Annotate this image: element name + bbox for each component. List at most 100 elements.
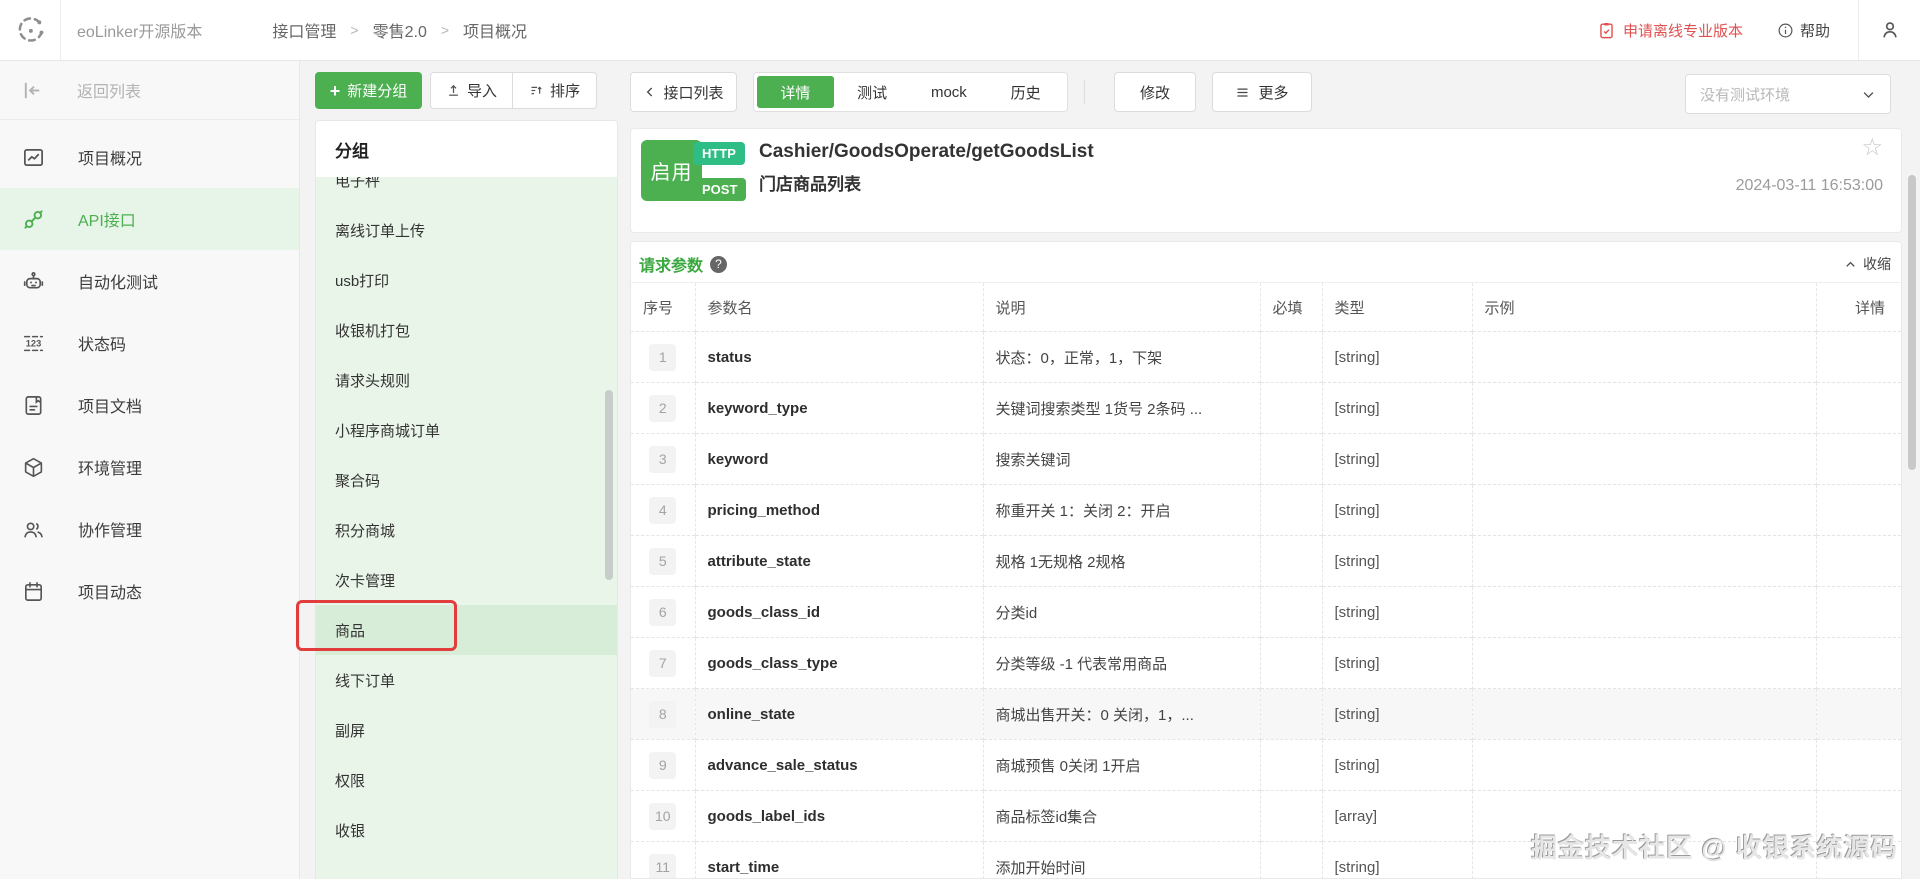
column-header: 说明: [983, 282, 1261, 332]
param-row: 9 advance_sale_status 商城预售 0关闭 1开启 [string]: [631, 739, 1901, 791]
group-item[interactable]: 线下订单: [316, 655, 617, 705]
sidebar-item-document[interactable]: 项目文档: [0, 374, 299, 436]
test-env-select[interactable]: 没有测试环境: [1685, 74, 1891, 114]
param-row: 11 start_time 添加开始时间 [string]: [631, 841, 1901, 878]
api-updated-time: 2024-03-11 16:53:00: [1735, 177, 1883, 194]
robot-icon: [21, 269, 45, 293]
param-cell-name: keyword_type: [695, 382, 984, 434]
group-item[interactable]: 请求头规则: [316, 355, 617, 405]
back-to-list-button[interactable]: 返回列表: [0, 61, 299, 120]
header-right: 申请离线专业版本 帮助: [1597, 0, 1920, 60]
import-button[interactable]: 导入: [430, 72, 513, 109]
param-cell-detail: [1816, 637, 1901, 689]
interface-list-button[interactable]: 接口列表: [630, 72, 737, 112]
arrow-bar-left-icon: [24, 82, 40, 98]
group-item[interactable]: 权限: [316, 755, 617, 805]
request-params-card: 请求参数 ? 收缩 序号 参数名 说明 必填 类型 示例 详情 1 status 状态：0，正常…: [630, 241, 1902, 879]
group-item[interactable]: 收银机打包: [316, 305, 617, 355]
param-cell-index: 5: [631, 535, 696, 587]
api-plug-icon: [21, 207, 45, 231]
sort-button[interactable]: 排序: [513, 72, 597, 109]
api-header-card: 启用 HTTP POST Cashier/GoodsOperate/getGoo…: [630, 128, 1902, 233]
param-cell-example: [1472, 790, 1817, 842]
param-row: 10 goods_label_ids 商品标签id集合 [array]: [631, 790, 1901, 842]
new-group-button[interactable]: + 新建分组: [315, 72, 422, 109]
group-item[interactable]: 副屏: [316, 705, 617, 755]
breadcrumb-item[interactable]: 项目概况: [463, 18, 527, 42]
param-cell-index: 1: [631, 331, 696, 383]
param-cell-detail: [1816, 433, 1901, 485]
detail-tabs: 详情 测试 mock 历史: [753, 72, 1068, 112]
group-item[interactable]: usb打印: [316, 255, 617, 305]
param-cell-required: [1260, 535, 1323, 587]
param-cell-detail: [1816, 586, 1901, 638]
param-cell-detail: [1816, 382, 1901, 434]
param-cell-index: 2: [631, 382, 696, 434]
sidebar-item-overview-chart[interactable]: 项目概况: [0, 126, 299, 188]
help-link[interactable]: 帮助: [1777, 20, 1830, 41]
param-cell-name: advance_sale_status: [695, 739, 984, 791]
row-index-chip: 10: [649, 802, 677, 830]
sidebar-item-label: 项目概况: [78, 151, 143, 168]
breadcrumb-item[interactable]: 零售2.0: [373, 18, 427, 42]
param-cell-detail: [1816, 790, 1901, 842]
param-cell-example: [1472, 586, 1817, 638]
more-button[interactable]: 更多: [1212, 72, 1312, 112]
api-toolbar: 接口列表 详情 测试 mock 历史 修改 更多 没有测试环境: [622, 72, 1920, 114]
group-item[interactable]: 次卡管理: [316, 555, 617, 605]
param-cell-type: [string]: [1322, 586, 1473, 638]
sidebar-item-cube[interactable]: 环境管理: [0, 436, 299, 498]
group-list-scrollbar[interactable]: [605, 390, 613, 580]
group-item[interactable]: 离线订单上传: [316, 205, 617, 255]
group-item[interactable]: 小程序商城订单: [316, 405, 617, 455]
param-cell-detail: [1816, 484, 1901, 536]
chevron-left-icon: [647, 87, 653, 97]
sidebar-item-users[interactable]: 协作管理: [0, 498, 299, 560]
api-titles: Cashier/GoodsOperate/getGoodsList 门店商品列表: [759, 137, 1094, 201]
tab-详情[interactable]: 详情: [757, 76, 834, 108]
upload-icon: [449, 84, 458, 96]
param-cell-example: [1472, 688, 1817, 740]
param-cell-example: [1472, 433, 1817, 485]
group-actions: 导入 排序: [430, 72, 597, 109]
param-cell-desc: 规格 1无规格 2规格: [983, 535, 1261, 587]
sidebar-item-api-plug[interactable]: API接口: [0, 188, 299, 250]
sidebar-menu: 项目概况 API接口 自动化测试 123 状态码 项目文档 环境管理 协作管理 项目动态: [0, 120, 299, 622]
star-icon[interactable]: ☆: [1861, 133, 1883, 162]
param-cell-example: [1472, 841, 1817, 878]
sidebar-item-label: 状态码: [78, 337, 127, 354]
param-cell-name: keyword: [695, 433, 984, 485]
param-cell-detail: [1816, 331, 1901, 383]
param-cell-name: attribute_state: [695, 535, 984, 587]
sidebar-item-robot[interactable]: 自动化测试: [0, 250, 299, 312]
left-sidebar: 返回列表 项目概况 API接口 自动化测试 123 状态码 项目文档 环境管理 协作管理 项目动…: [0, 61, 300, 879]
collapse-control[interactable]: 收缩: [1844, 254, 1891, 274]
info-icon: [1778, 23, 1793, 37]
question-icon[interactable]: ?: [710, 255, 728, 273]
param-row: 2 keyword_type 关键词搜索类型 1货号 2条码 ... [string]: [631, 382, 1901, 434]
user-avatar-button[interactable]: [1858, 0, 1920, 60]
modify-button[interactable]: 修改: [1114, 72, 1196, 112]
protocol-tag: HTTP: [693, 142, 745, 165]
group-item[interactable]: 聚合码: [316, 455, 617, 505]
sort-icon: [531, 86, 542, 95]
page-scrollbar[interactable]: [1908, 175, 1916, 470]
tab-历史[interactable]: 历史: [987, 76, 1064, 108]
param-cell-desc: 状态：0，正常，1，下架: [983, 331, 1261, 383]
group-item[interactable]: 收银: [316, 805, 617, 855]
group-item[interactable]: 积分商城: [316, 505, 617, 555]
app-logo[interactable]: [0, 0, 61, 60]
tab-测试[interactable]: 测试: [834, 76, 911, 108]
param-cell-type: [array]: [1322, 790, 1473, 842]
group-item[interactable]: 电子秤: [316, 177, 617, 205]
offline-pro-link[interactable]: 申请离线专业版本: [1597, 20, 1743, 41]
breadcrumb-item[interactable]: 接口管理: [272, 18, 336, 42]
row-index-chip: 3: [649, 445, 677, 473]
sidebar-item-status-code[interactable]: 123 状态码: [0, 312, 299, 374]
group-panel: + 新建分组 导入 排序 分组 电子秤 离线订单上传 usb打印 收银机打包 请求头规则…: [300, 61, 622, 879]
tab-mock[interactable]: mock: [911, 76, 988, 108]
group-item[interactable]: 商品: [316, 605, 617, 655]
sidebar-item-activity-calendar[interactable]: 项目动态: [0, 560, 299, 622]
plus-icon: +: [329, 80, 341, 101]
param-row: 7 goods_class_type 分类等级 -1 代表常用商品 [string]: [631, 637, 1901, 689]
